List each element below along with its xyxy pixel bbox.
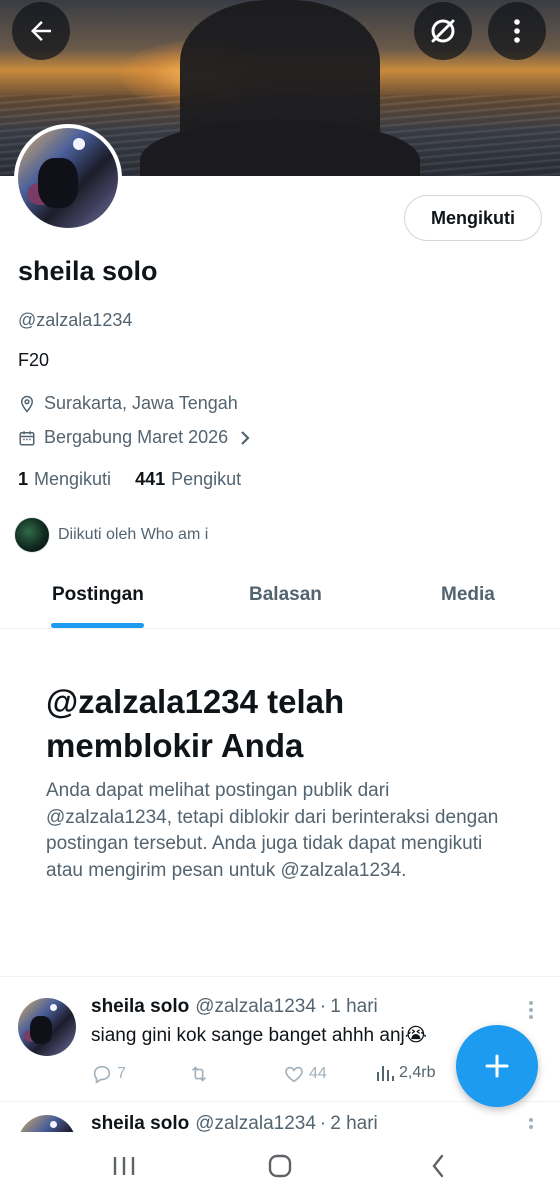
profile-name: sheila solo xyxy=(18,256,158,286)
tweet-more-button[interactable] xyxy=(522,998,540,1022)
home-button[interactable] xyxy=(260,1150,300,1182)
tab-media[interactable]: Media xyxy=(441,584,495,606)
tweet-author-name[interactable]: sheila solo xyxy=(91,1113,189,1134)
views-button[interactable]: 2,4rb xyxy=(375,1063,435,1083)
dot-separator: · xyxy=(319,996,327,1017)
more-options-button[interactable] xyxy=(488,2,546,60)
reply-button[interactable]: 7 xyxy=(91,1063,126,1085)
divider xyxy=(0,976,560,977)
location-pin-icon xyxy=(18,395,36,413)
calendar-icon xyxy=(18,429,36,447)
system-back-button[interactable] xyxy=(418,1150,458,1182)
profile-tabs: Postingan Balasan Media xyxy=(0,568,560,629)
tweet-header: sheila solo @zalzala1234 · 1 hari xyxy=(91,996,378,1018)
following-count: 1 xyxy=(18,469,29,489)
dot-separator: · xyxy=(319,1113,327,1134)
joined-text: Bergabung Maret 2026 xyxy=(44,427,229,447)
followed-by-text: Diikuti oleh Who am i xyxy=(58,526,209,543)
tweet-actions: 7 44 2,4rb xyxy=(91,1063,451,1089)
home-icon xyxy=(268,1154,292,1178)
banner-silhouette-head xyxy=(180,0,380,176)
profile-handle: @zalzala1234 xyxy=(18,310,133,330)
recent-apps-button[interactable] xyxy=(104,1150,144,1182)
follow-stats: 1 Mengikuti 441 Pengikut xyxy=(18,469,265,490)
follower-avatar xyxy=(14,517,50,553)
plus-icon xyxy=(485,1054,509,1078)
tab-replies[interactable]: Balasan xyxy=(249,584,322,606)
followed-by-row[interactable]: Diikuti oleh Who am i xyxy=(14,517,208,553)
arrow-left-icon xyxy=(31,21,51,41)
followers-label: Pengikut xyxy=(171,469,242,489)
tweet-time: 2 hari xyxy=(330,1113,378,1134)
followers-stat[interactable]: 441 Pengikut xyxy=(135,469,241,490)
tweet-author-handle: @zalzala1234 xyxy=(195,996,316,1017)
retweet-icon xyxy=(191,1066,207,1082)
views-count: 2,4rb xyxy=(399,1064,436,1081)
views-chart-icon xyxy=(377,1066,394,1081)
profile-bio: F20 xyxy=(18,350,50,370)
following-button[interactable]: Mengikuti xyxy=(404,195,542,241)
retweet-button[interactable] xyxy=(187,1063,215,1085)
recent-apps-icon xyxy=(113,1157,135,1175)
bell-off-icon xyxy=(431,19,455,43)
tweet-author-handle: @zalzala1234 xyxy=(195,1113,316,1134)
blocked-notice-body: Anda dapat melihat postingan publik dari… xyxy=(46,780,499,881)
compose-button[interactable] xyxy=(456,1025,538,1107)
profile-joined[interactable]: Bergabung Maret 2026 xyxy=(18,427,252,448)
back-button[interactable] xyxy=(12,2,70,60)
like-count: 44 xyxy=(309,1065,327,1082)
vertical-dots-icon xyxy=(529,1001,533,1019)
chevron-left-icon xyxy=(432,1154,444,1178)
following-stat[interactable]: 1 Mengikuti xyxy=(18,469,111,490)
avatar-image xyxy=(18,128,118,228)
like-button[interactable]: 44 xyxy=(283,1063,327,1085)
tweet-avatar[interactable] xyxy=(18,998,76,1056)
profile-location: Surakarta, Jawa Tengah xyxy=(18,393,238,414)
heart-icon xyxy=(285,1066,303,1083)
followers-count: 441 xyxy=(135,469,166,489)
location-text: Surakarta, Jawa Tengah xyxy=(44,393,238,413)
tweet-author-name[interactable]: sheila solo xyxy=(91,996,189,1017)
tweet-text: siang gini kok sange banget ahhh anj😭 xyxy=(91,1025,427,1046)
tab-posts[interactable]: Postingan xyxy=(52,584,144,606)
system-nav-bar xyxy=(0,1132,560,1200)
vertical-dots-icon xyxy=(514,19,520,43)
reply-icon xyxy=(93,1065,111,1084)
tweet-time: 1 hari xyxy=(330,996,378,1017)
chevron-right-icon xyxy=(238,429,252,447)
notifications-off-button[interactable] xyxy=(414,2,472,60)
following-label: Mengikuti xyxy=(34,469,112,489)
blocked-notice-title: @zalzala1234 telah memblokir Anda xyxy=(46,683,345,764)
active-tab-indicator xyxy=(51,623,144,628)
profile-avatar[interactable] xyxy=(14,124,122,232)
reply-count: 7 xyxy=(117,1065,126,1082)
